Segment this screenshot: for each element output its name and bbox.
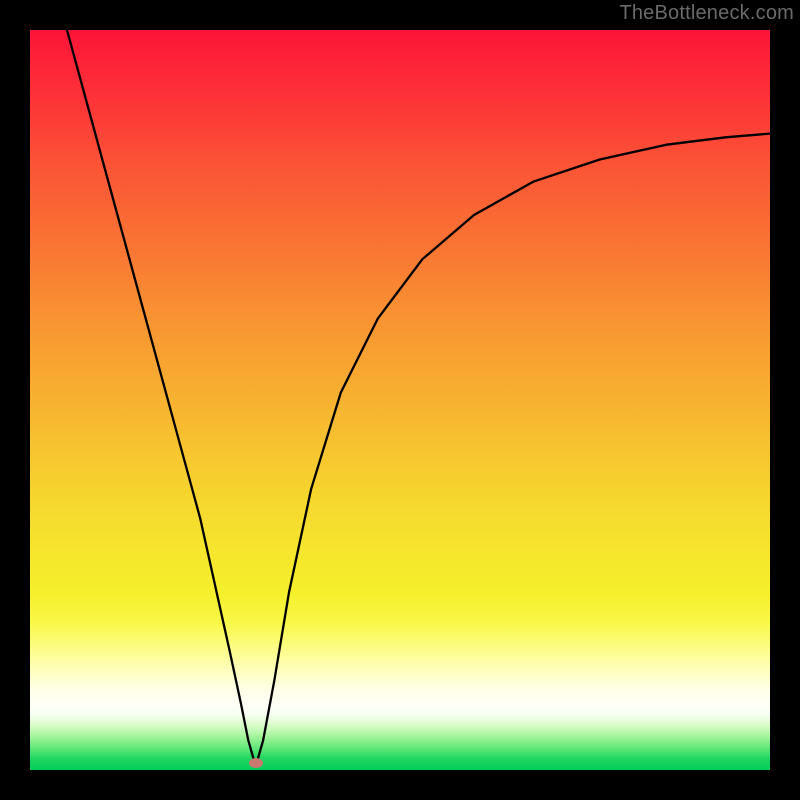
optimal-point-marker — [249, 758, 263, 768]
watermark-text: TheBottleneck.com — [619, 2, 794, 25]
bottleneck-curve — [30, 30, 770, 770]
plot-area — [30, 30, 770, 770]
chart-frame: TheBottleneck.com — [0, 0, 800, 800]
